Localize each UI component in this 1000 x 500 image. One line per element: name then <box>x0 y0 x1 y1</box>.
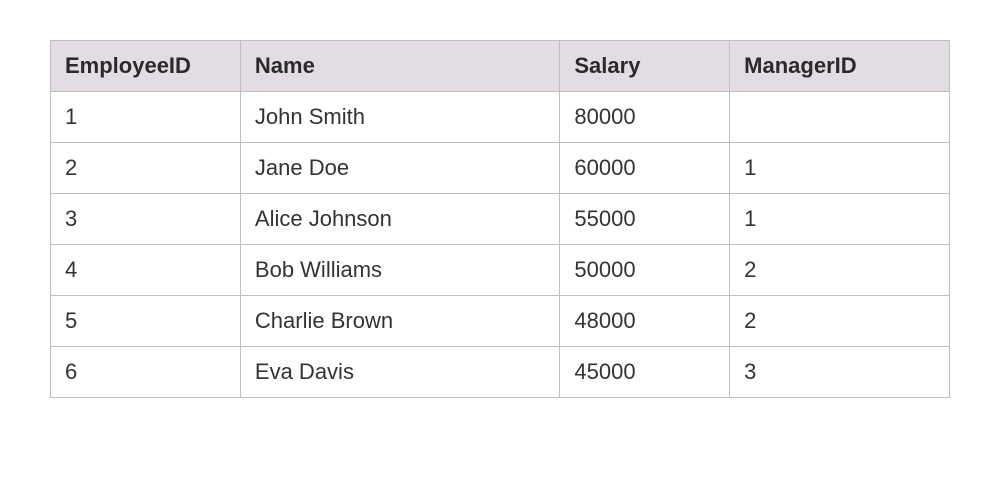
cell-name: Alice Johnson <box>240 194 559 245</box>
cell-name: Eva Davis <box>240 347 559 398</box>
cell-manager-id <box>730 92 950 143</box>
cell-salary: 55000 <box>560 194 730 245</box>
header-employee-id: EmployeeID <box>51 41 241 92</box>
cell-salary: 45000 <box>560 347 730 398</box>
cell-employee-id: 6 <box>51 347 241 398</box>
cell-salary: 50000 <box>560 245 730 296</box>
header-salary: Salary <box>560 41 730 92</box>
table-row: 2 Jane Doe 60000 1 <box>51 143 950 194</box>
table-header-row: EmployeeID Name Salary ManagerID <box>51 41 950 92</box>
table-row: 6 Eva Davis 45000 3 <box>51 347 950 398</box>
header-manager-id: ManagerID <box>730 41 950 92</box>
cell-salary: 48000 <box>560 296 730 347</box>
header-name: Name <box>240 41 559 92</box>
cell-salary: 60000 <box>560 143 730 194</box>
cell-name: Bob Williams <box>240 245 559 296</box>
cell-employee-id: 3 <box>51 194 241 245</box>
cell-name: John Smith <box>240 92 559 143</box>
employee-table: EmployeeID Name Salary ManagerID 1 John … <box>50 40 950 398</box>
cell-salary: 80000 <box>560 92 730 143</box>
cell-name: Charlie Brown <box>240 296 559 347</box>
cell-manager-id: 2 <box>730 245 950 296</box>
cell-employee-id: 2 <box>51 143 241 194</box>
cell-manager-id: 1 <box>730 143 950 194</box>
table-row: 4 Bob Williams 50000 2 <box>51 245 950 296</box>
cell-employee-id: 5 <box>51 296 241 347</box>
cell-employee-id: 4 <box>51 245 241 296</box>
cell-name: Jane Doe <box>240 143 559 194</box>
cell-manager-id: 2 <box>730 296 950 347</box>
cell-manager-id: 1 <box>730 194 950 245</box>
table-row: 1 John Smith 80000 <box>51 92 950 143</box>
table-row: 5 Charlie Brown 48000 2 <box>51 296 950 347</box>
cell-manager-id: 3 <box>730 347 950 398</box>
table-row: 3 Alice Johnson 55000 1 <box>51 194 950 245</box>
cell-employee-id: 1 <box>51 92 241 143</box>
